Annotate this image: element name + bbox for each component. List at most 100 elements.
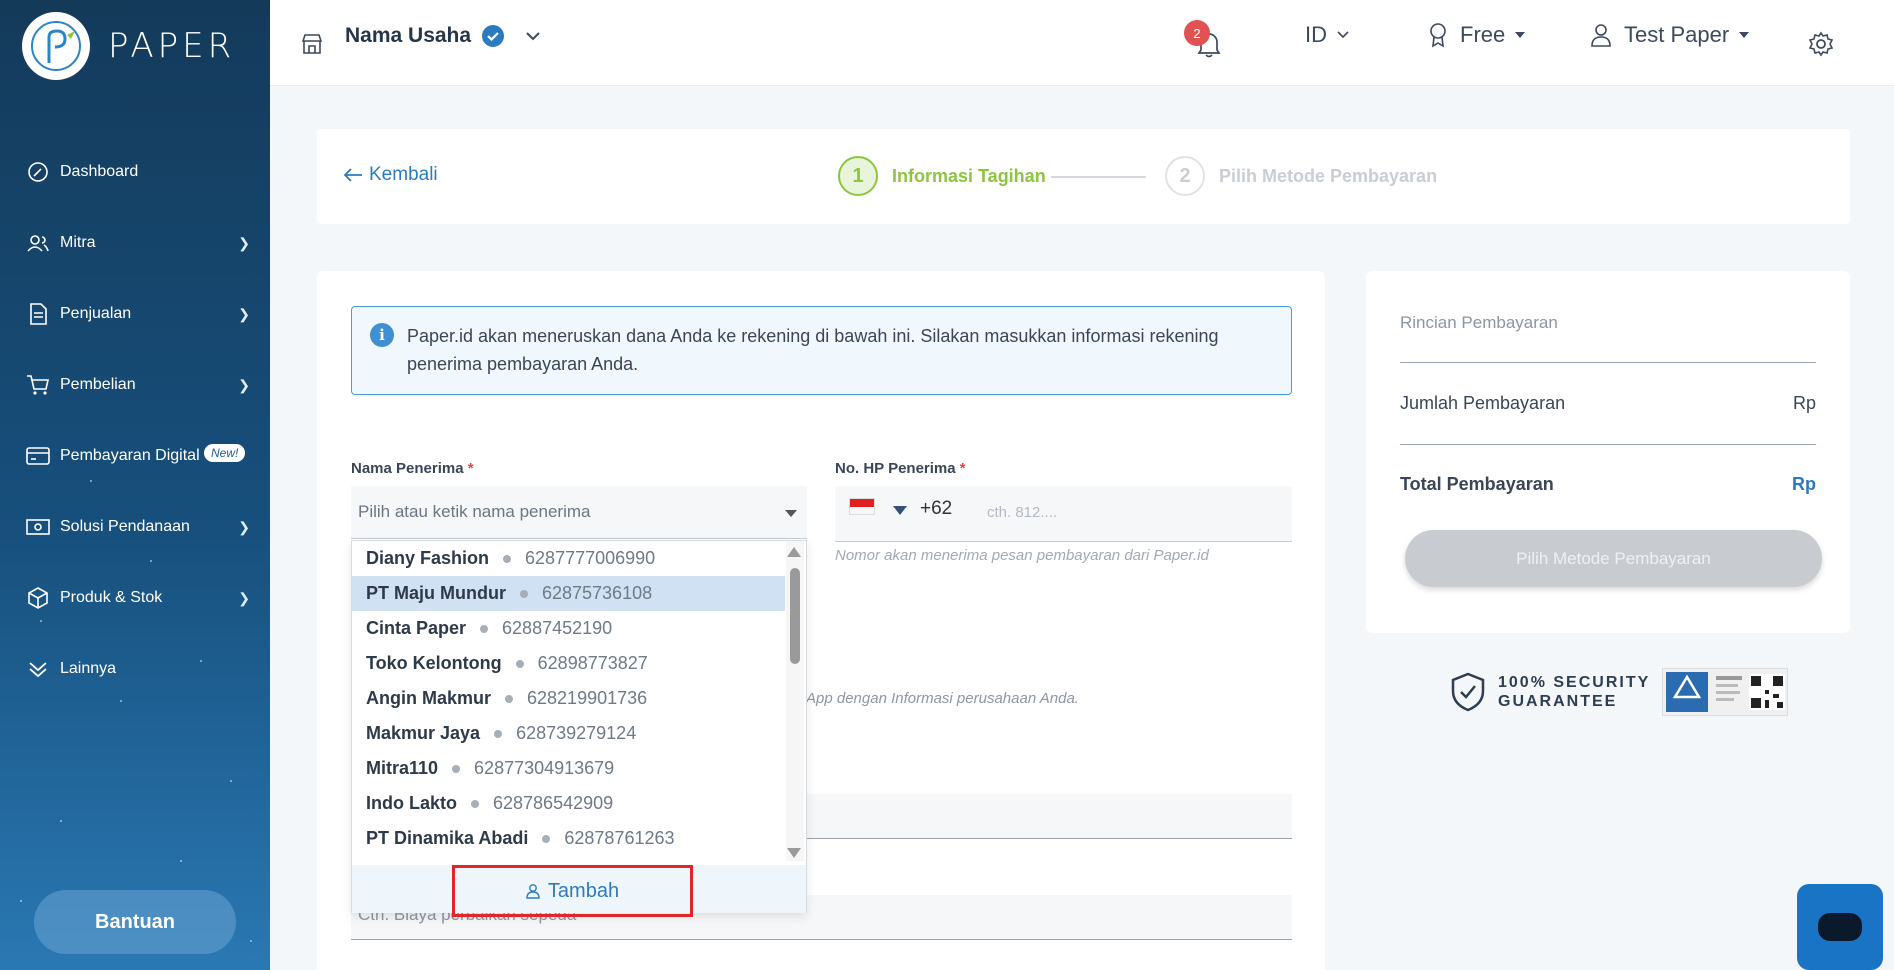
dropdown-option[interactable]: Indo Lakto 628786542909: [352, 786, 785, 821]
amount-row: Jumlah Pembayaran Rp: [1400, 393, 1816, 414]
award-icon: [1428, 22, 1448, 48]
security-line-1: 100% SECURITY: [1498, 674, 1651, 691]
info-alert: i Paper.id akan meneruskan dana Anda ke …: [351, 306, 1292, 395]
sidebar-item-label: Mitra: [60, 234, 96, 251]
new-badge: New!: [204, 444, 246, 462]
tuv-certificate-badge: [1662, 668, 1789, 716]
recipient-select[interactable]: Pilih atau ketik nama penerima: [351, 486, 807, 539]
back-link[interactable]: Kembali: [343, 164, 438, 186]
dropdown-option[interactable]: Mitra110 62877304913679: [352, 751, 785, 786]
back-label: Kembali: [369, 164, 438, 185]
sidebar: PAPER Dashboard Mitra ❯ Penjualan ❯ Pemb…: [0, 0, 270, 970]
total-row: Total Pembayaran Rp: [1400, 474, 1816, 495]
help-button[interactable]: Bantuan: [34, 890, 236, 954]
money-icon: [26, 515, 50, 539]
security-line-2: GUARANTEE: [1498, 693, 1618, 710]
store-icon: [300, 32, 324, 61]
notification-badge: 2: [1184, 20, 1210, 46]
divider: [1400, 444, 1816, 445]
phone-hint: Nomor akan menerima pesan pembayaran dar…: [835, 547, 1209, 564]
dashboard-icon: [26, 160, 50, 184]
sidebar-item-pembayaran-digital[interactable]: Pembayaran Digital New!: [0, 431, 270, 481]
add-recipient-button[interactable]: Tambah: [452, 865, 693, 917]
users-icon: [26, 231, 50, 255]
phone-field[interactable]: +62 cth. 812....: [835, 486, 1292, 542]
business-selector[interactable]: Nama Usaha: [345, 24, 541, 48]
security-guarantee: 100% SECURITY GUARANTEE: [1450, 668, 1789, 716]
scrollbar-thumb[interactable]: [790, 568, 800, 664]
language-label: ID: [1305, 22, 1327, 47]
recipient-label: Nama Penerima *: [351, 460, 474, 477]
brand-logo[interactable]: PAPER: [22, 12, 235, 80]
sidebar-item-lainnya[interactable]: Lainnya: [0, 644, 270, 694]
sidebar-item-solusi-pendanaan[interactable]: Solusi Pendanaan ❯: [0, 502, 270, 552]
dropdown-option[interactable]: PT Maju Mundur 62875736108: [352, 576, 785, 611]
scroll-down-icon[interactable]: [787, 848, 801, 858]
box-icon: [26, 586, 50, 610]
more-icon: [26, 657, 50, 681]
phone-label: No. HP Penerima *: [835, 460, 966, 477]
qr-code-icon: [1749, 674, 1786, 710]
sidebar-item-pembelian[interactable]: Pembelian ❯: [0, 360, 270, 410]
sidebar-item-produk-stok[interactable]: Produk & Stok ❯: [0, 573, 270, 623]
dropdown-option[interactable]: Angin Makmur 628219901736: [352, 681, 785, 716]
language-selector[interactable]: ID: [1305, 22, 1349, 48]
add-recipient-label: Tambah: [547, 879, 620, 902]
document-icon: [26, 302, 50, 326]
sidebar-item-label: Pembelian: [60, 376, 136, 393]
sidebar-item-mitra[interactable]: Mitra ❯: [0, 218, 270, 268]
step-number: 1: [838, 156, 878, 196]
chevron-right-icon: ❯: [238, 518, 250, 535]
sidebar-item-label: Lainnya: [60, 660, 117, 677]
dropdown-option[interactable]: Makmur Jaya 628739279124: [352, 716, 785, 751]
dropdown-option[interactable]: Diany Fashion 6287777006990: [352, 541, 785, 576]
user-add-icon: [526, 883, 540, 899]
paper-logo-icon: [22, 12, 90, 80]
business-name: Nama Usaha: [345, 24, 472, 47]
user-name: Test Paper: [1624, 22, 1730, 47]
sidebar-item-dashboard[interactable]: Dashboard: [0, 147, 270, 197]
amount-value: Rp: [1792, 393, 1816, 413]
user-menu[interactable]: Test Paper: [1590, 22, 1750, 48]
chevron-right-icon: ❯: [238, 589, 250, 606]
card-icon: [26, 444, 50, 468]
country-dropdown-icon[interactable]: [893, 506, 907, 515]
step-1: 1 Informasi Tagihan: [838, 156, 1046, 196]
arrow-left-icon: [343, 168, 363, 182]
plan-selector[interactable]: Free: [1428, 22, 1526, 48]
dropdown-option[interactable]: Toko Kelontong 62898773827: [352, 646, 785, 681]
step-2: 2 Pilih Metode Pembayaran: [1165, 156, 1437, 196]
dropdown-option[interactable]: Cinta Paper 62887452190: [352, 611, 785, 646]
choose-payment-method-button[interactable]: Pilih Metode Pembayaran: [1405, 530, 1822, 587]
scroll-up-icon[interactable]: [787, 547, 801, 557]
phone-country-code: +62: [920, 498, 953, 519]
sidebar-item-label: Pembayaran Digital: [60, 447, 200, 464]
chevron-right-icon: ❯: [238, 234, 250, 251]
plan-label: Free: [1460, 22, 1506, 47]
caret-down-icon: [1739, 32, 1750, 38]
chat-widget-button[interactable]: [1797, 884, 1883, 970]
phone-input[interactable]: cth. 812....: [987, 504, 1057, 521]
caret-down-icon: [1515, 32, 1526, 38]
sidebar-item-label: Produk & Stok: [60, 589, 163, 606]
cart-icon: [26, 373, 50, 397]
verified-icon: [481, 24, 505, 48]
step-label: Informasi Tagihan: [892, 165, 1046, 186]
caret-down-icon: [785, 510, 797, 517]
dropdown-option[interactable]: PT Dinamika Abadi 62878761263: [352, 821, 785, 856]
info-text: Paper.id akan meneruskan dana Anda ke re…: [407, 326, 1219, 374]
sidebar-item-penjualan[interactable]: Penjualan ❯: [0, 289, 270, 339]
chevron-down-icon: [525, 31, 541, 41]
step-connector: [1051, 176, 1146, 178]
chevron-right-icon: ❯: [238, 305, 250, 322]
gear-icon[interactable]: [1808, 31, 1834, 62]
chevron-right-icon: ❯: [238, 376, 250, 393]
sidebar-item-label: Dashboard: [60, 163, 139, 180]
summary-title: Rincian Pembayaran: [1400, 313, 1558, 332]
sidebar-item-label: Penjualan: [60, 305, 132, 322]
chat-icon: [1818, 913, 1862, 941]
indonesia-flag-icon: [849, 498, 875, 515]
total-label: Total Pembayaran: [1400, 474, 1554, 494]
step-number: 2: [1165, 156, 1205, 196]
recipient-dropdown: Diany Fashion 6287777006990 PT Maju Mundu…: [351, 540, 807, 913]
